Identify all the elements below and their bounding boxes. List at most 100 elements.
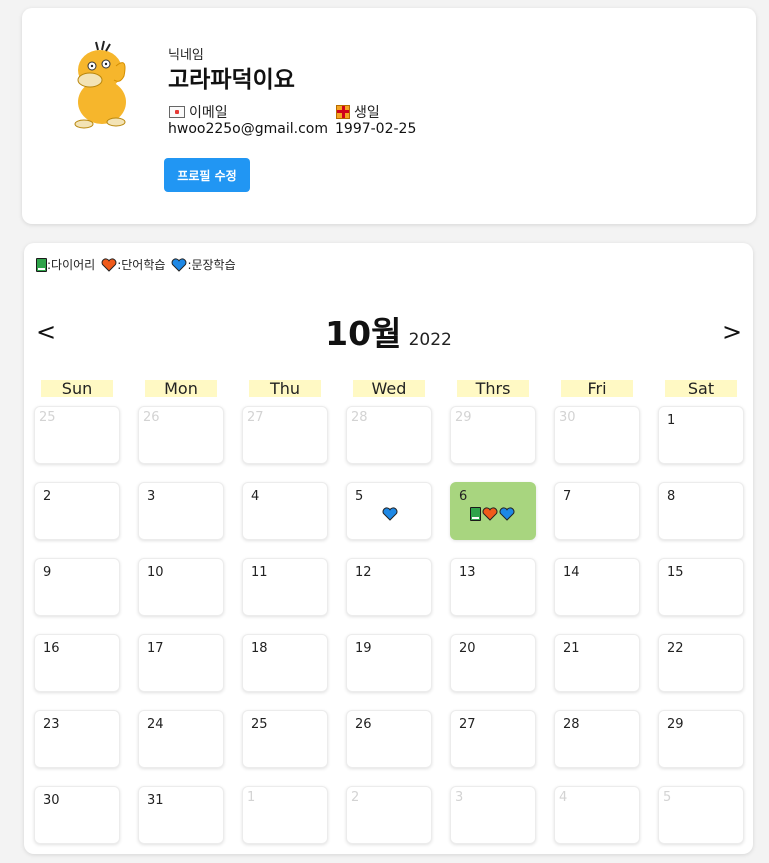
day-number: 16: [43, 641, 60, 656]
weekday-6: Sat: [665, 380, 737, 397]
day-number: 22: [667, 641, 684, 656]
day-cell[interactable]: 12: [346, 558, 432, 616]
psyduck-avatar: [74, 40, 126, 129]
legend-word-label: :단어학습: [117, 258, 166, 272]
day-cell[interactable]: 2: [34, 482, 120, 540]
day-number: 5: [355, 489, 364, 504]
blue-heart-icon: [499, 507, 515, 521]
day-cell[interactable]: 15: [658, 558, 744, 616]
day-cell[interactable]: 20: [450, 634, 536, 692]
mail-icon: [169, 106, 185, 118]
book-icon: [470, 507, 481, 521]
day-number: 23: [43, 717, 60, 732]
day-number: 25: [39, 410, 56, 425]
day-cell[interactable]: 16: [34, 634, 120, 692]
day-number: 30: [559, 410, 576, 425]
weekday-1: Mon: [145, 380, 217, 397]
day-number: 28: [563, 717, 580, 732]
day-number: 20: [459, 641, 476, 656]
day-cell[interactable]: 27: [242, 406, 328, 464]
day-number: 26: [355, 717, 372, 732]
day-number: 13: [459, 565, 476, 580]
day-number: 12: [355, 565, 372, 580]
day-cell[interactable]: 23: [34, 710, 120, 768]
weekday-0: Sun: [41, 380, 113, 397]
day-number: 3: [455, 790, 464, 805]
day-number: 2: [43, 489, 52, 504]
legend-diary-label: :다이어리: [47, 258, 96, 272]
day-number: 29: [667, 717, 684, 732]
day-cell[interactable]: 7: [554, 482, 640, 540]
day-cell[interactable]: 21: [554, 634, 640, 692]
orange-heart-icon: [101, 257, 117, 272]
day-number: 26: [143, 410, 160, 425]
day-cell[interactable]: 18: [242, 634, 328, 692]
next-month-button[interactable]: >: [720, 319, 744, 345]
day-cell[interactable]: 3: [138, 482, 224, 540]
day-number: 21: [563, 641, 580, 656]
day-cell[interactable]: 30: [34, 786, 120, 844]
day-number: 17: [147, 641, 164, 656]
day-cell-today[interactable]: 6: [450, 482, 536, 540]
day-cell[interactable]: 22: [658, 634, 744, 692]
day-number: 25: [251, 717, 268, 732]
day-cell[interactable]: 29: [450, 406, 536, 464]
day-number: 30: [43, 793, 60, 808]
day-cell[interactable]: 28: [346, 406, 432, 464]
weekday-2: Thu: [249, 380, 321, 397]
day-cell[interactable]: 27: [450, 710, 536, 768]
day-number: 27: [459, 717, 476, 732]
day-cell[interactable]: 8: [658, 482, 744, 540]
day-cell[interactable]: 17: [138, 634, 224, 692]
email-value: hwoo225o@gmail.com: [168, 121, 328, 137]
day-cell[interactable]: 14: [554, 558, 640, 616]
day-number: 1: [247, 790, 256, 805]
day-cell[interactable]: 25: [242, 710, 328, 768]
day-cell[interactable]: 26: [138, 406, 224, 464]
day-cell[interactable]: 10: [138, 558, 224, 616]
day-number: 29: [455, 410, 472, 425]
year-label: 2022: [408, 330, 452, 350]
day-number: 1: [667, 413, 676, 428]
day-cell[interactable]: 1: [658, 406, 744, 464]
day-number: 28: [351, 410, 368, 425]
weekday-4: Thrs: [457, 380, 529, 397]
email-label: 이메일: [189, 105, 228, 121]
day-number: 24: [147, 717, 164, 732]
day-cell[interactable]: 4: [242, 482, 328, 540]
day-cell[interactable]: 4: [554, 786, 640, 844]
gift-icon: [336, 105, 350, 119]
day-cell[interactable]: 3: [450, 786, 536, 844]
day-cell[interactable]: 29: [658, 710, 744, 768]
month-title: 10월 2022: [24, 307, 753, 355]
day-cell[interactable]: 19: [346, 634, 432, 692]
day-cell[interactable]: 30: [554, 406, 640, 464]
day-cell[interactable]: 2: [346, 786, 432, 844]
nickname-value: 고라파덕이요: [168, 67, 295, 93]
day-cell[interactable]: 1: [242, 786, 328, 844]
birthday-value: 1997-02-25: [335, 121, 417, 137]
day-cell[interactable]: 11: [242, 558, 328, 616]
weekday-5: Fri: [561, 380, 633, 397]
day-cell[interactable]: 13: [450, 558, 536, 616]
day-cell[interactable]: 5: [346, 482, 432, 540]
day-number: 5: [663, 790, 672, 805]
book-icon: [36, 257, 47, 272]
edit-profile-button[interactable]: 프로필 수정: [164, 158, 250, 192]
legend: :다이어리 :단어학습 :문장학습: [36, 256, 242, 273]
day-number: 11: [251, 565, 268, 580]
activity-marks: [382, 507, 398, 521]
legend-diary: :다이어리: [36, 256, 95, 273]
day-cell[interactable]: 26: [346, 710, 432, 768]
day-number: 18: [251, 641, 268, 656]
day-cell[interactable]: 24: [138, 710, 224, 768]
day-number: 2: [351, 790, 360, 805]
day-cell[interactable]: 25: [34, 406, 120, 464]
day-cell[interactable]: 5: [658, 786, 744, 844]
day-cell[interactable]: 9: [34, 558, 120, 616]
day-number: 3: [147, 489, 156, 504]
day-number: 31: [147, 793, 164, 808]
day-cell[interactable]: 31: [138, 786, 224, 844]
day-number: 9: [43, 565, 52, 580]
day-cell[interactable]: 28: [554, 710, 640, 768]
